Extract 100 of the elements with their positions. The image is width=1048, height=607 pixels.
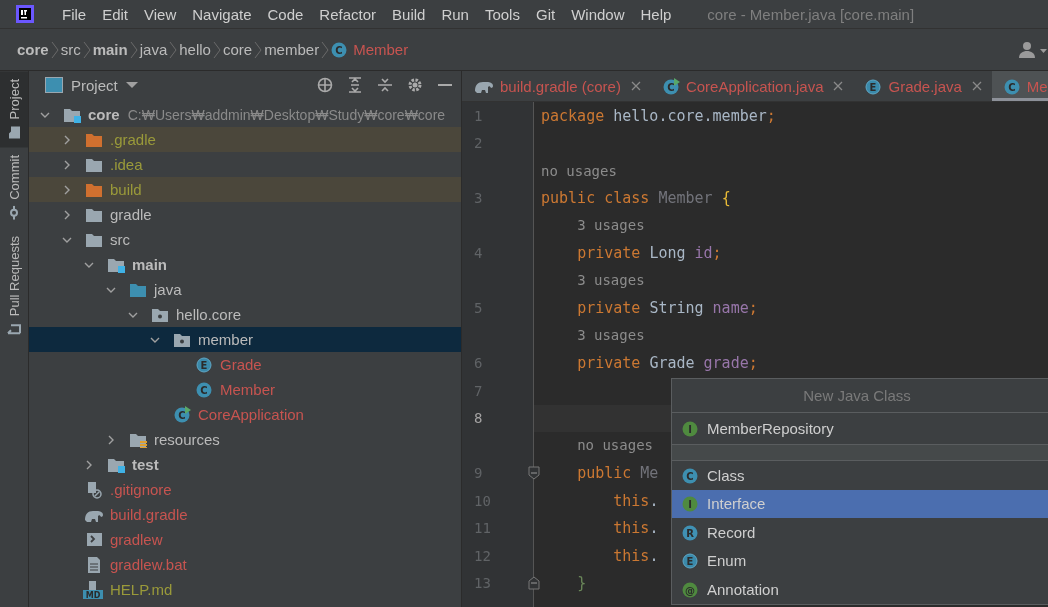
usages-hint: 3 usages [577,216,645,235]
tree-item[interactable]: java [29,277,461,302]
breadcrumb-item[interactable]: main [92,41,128,58]
settings-icon[interactable] [407,77,423,93]
window-title: core - Member.java [core.main] [707,5,915,23]
breadcrumb-item[interactable]: java [139,41,168,58]
folder-icon [85,131,103,148]
folder-icon [85,156,103,173]
menu-item[interactable]: Help [632,5,680,23]
class-icon: C [331,41,349,58]
menu-item[interactable]: Tools [476,5,528,23]
menu-item[interactable]: Build [384,5,434,23]
caret-icon [125,81,138,89]
code-token: this [613,491,650,510]
close-icon[interactable] [833,81,844,91]
enum-icon: E [682,552,699,570]
target-icon[interactable] [317,77,333,93]
tree-item[interactable]: build [29,177,461,202]
breadcrumb-separator-icon [212,39,221,60]
terminal-icon [85,532,103,547]
code-token: Member [658,189,713,208]
tree-item[interactable]: hello.core [29,302,461,327]
tree-item[interactable]: .gradle [29,127,461,152]
code-token: . [649,546,659,565]
record-icon: R [682,523,699,541]
editor-tab[interactable]: C Me [991,71,1048,101]
menu-item[interactable]: View [136,5,185,23]
collapse-all-icon[interactable] [377,77,393,93]
close-icon[interactable] [630,81,641,91]
folder-icon [129,431,147,448]
fold-marker-icon[interactable] [528,576,540,591]
tree-item[interactable]: src [29,227,461,252]
tree-item[interactable]: C Member [29,377,461,402]
usages-hint: 3 usages [577,326,645,345]
pull-request-icon [7,322,21,337]
breadcrumb-separator-icon [321,39,330,60]
menu-item[interactable]: C Class [672,461,1048,490]
code-token: public [577,464,632,483]
text-file-icon [86,555,102,574]
panel-title-dropdown[interactable]: Project [71,76,138,94]
popup-title: New Java Class [672,379,1048,413]
code-token: String [649,299,704,318]
usages-hint: no usages [577,436,653,455]
editor-tab[interactable]: C CoreApplication.java [650,71,854,101]
close-icon[interactable] [971,81,982,91]
breadcrumb-item[interactable]: hello [179,41,211,58]
file-icon [85,480,103,499]
code-token: private [577,299,641,318]
menu-item[interactable]: Edit [94,5,137,23]
breadcrumb-item[interactable]: core [222,41,253,58]
tree-item[interactable]: test [29,452,461,477]
tree-item[interactable]: .idea [29,152,461,177]
breadcrumb-separator-icon [50,39,59,60]
menu-item[interactable]: I Interface [672,489,1048,518]
menu-item[interactable]: Navigate [184,5,260,23]
menu-item[interactable]: @ Annotation [672,575,1048,604]
menu-item[interactable]: Refactor [311,5,385,23]
editor-tab[interactable]: E Grade.java [853,71,992,101]
menu-item[interactable]: Git [527,5,564,23]
tree-item[interactable]: core C:₩Users₩addmin₩Desktop₩Study₩core₩core [29,102,461,127]
menu-item[interactable]: R Record [672,518,1048,547]
tool-window-tab[interactable]: Pull Requests [0,228,28,345]
tree-item[interactable]: MD HELP.md [29,577,461,602]
code-token: this [613,546,650,565]
breadcrumb-item[interactable]: core [17,41,49,58]
tree-item[interactable]: gradle [29,202,461,227]
tree-item[interactable]: main [29,252,461,277]
code-token: ; [748,354,758,373]
tree-item[interactable]: member [29,327,461,352]
menu-item[interactable]: Window [563,5,633,23]
code-token: ; [712,244,722,263]
breadcrumb-item[interactable]: src [60,41,81,58]
menu-item[interactable]: File [54,5,95,23]
tool-window-tab[interactable]: Project [0,71,28,148]
user-icon[interactable] [1018,40,1048,59]
usages-hint: 3 usages [577,271,645,290]
breadcrumb-item[interactable]: member [264,41,320,58]
class-icon: C [173,406,191,423]
breadcrumb-separator-icon [82,39,91,60]
expand-all-icon[interactable] [347,77,363,93]
code-token: Grade [649,354,695,373]
folder-icon [85,206,103,223]
folder-icon [85,181,103,198]
tree-item[interactable]: C CoreApplication [29,402,461,427]
tree-item[interactable]: E Grade [29,352,461,377]
folder-icon [107,256,125,273]
code-token: public class [541,189,650,208]
menu-item[interactable]: Code [259,5,312,23]
folder-icon [85,231,103,248]
folder-icon [107,456,125,473]
code-token: private [577,354,641,373]
fold-marker-icon[interactable] [528,466,540,481]
folder-icon [129,281,147,298]
menu-item[interactable]: E Enum [672,546,1048,575]
menu-item[interactable]: Run [433,5,477,23]
breadcrumb-item[interactable]: C Member [331,41,409,58]
annotation-icon: @ [682,580,699,598]
interface-icon: I [682,495,699,513]
tree-item[interactable]: resources [29,427,461,452]
tool-window-tab[interactable]: Commit [0,147,28,229]
